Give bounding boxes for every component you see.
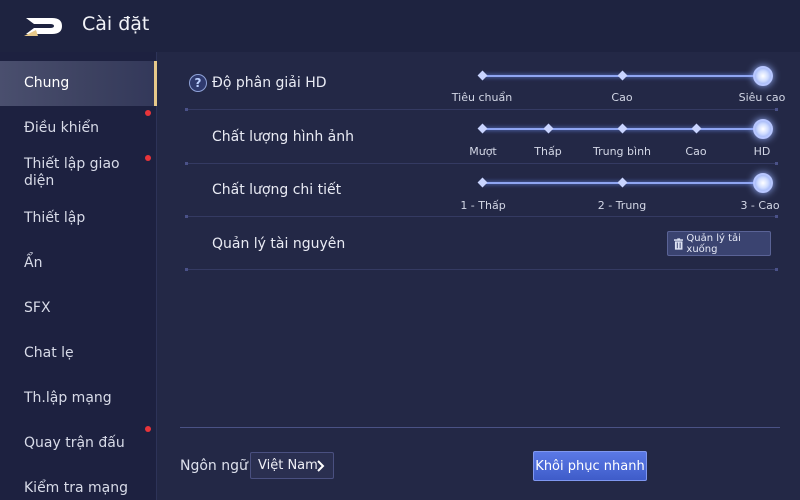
slider-tick <box>477 123 488 134</box>
sidebar-item-label: Ẩn <box>24 254 43 271</box>
slider-option-label: Cao <box>611 91 633 104</box>
slider-tick <box>691 123 702 134</box>
slider-tick <box>617 177 628 188</box>
sidebar-item-hide[interactable]: Ẩn <box>0 241 157 285</box>
quick-restore-button[interactable]: Khôi phục nhanh <box>533 451 647 481</box>
back-arrow-icon[interactable] <box>22 14 66 38</box>
divider <box>185 215 778 218</box>
sidebar-item-network-settings[interactable]: Th.lập mạng <box>0 376 157 420</box>
sidebar-item-label: Điều khiển <box>24 119 100 136</box>
divider <box>185 162 778 165</box>
download-management-label: Quản lý tải xuống <box>686 232 741 255</box>
chevron-right-icon <box>317 460 325 472</box>
language-value: Việt Nam <box>258 458 318 473</box>
sidebar-item-label: Chat lẹ <box>24 344 74 361</box>
trash-icon <box>674 237 684 250</box>
sidebar-item-quick-chat[interactable]: Chat lẹ <box>0 331 157 375</box>
sidebar-item-label: Chung <box>24 75 70 91</box>
sidebar-item-sfx[interactable]: SFX <box>0 286 157 330</box>
slider-knob[interactable] <box>753 66 773 86</box>
sidebar-item-general[interactable]: Chung <box>0 61 157 106</box>
top-bar: Cài đặt <box>0 0 800 52</box>
sidebar-item-label: Thiết lập <box>24 209 86 226</box>
slider-option-label: Trung bình <box>592 145 652 158</box>
slider-option-label: Tiêu chuẩn <box>451 91 513 104</box>
sidebar-item-network-test[interactable]: Kiểm tra mạng <box>0 466 157 500</box>
language-label: Ngôn ngữ <box>180 458 248 474</box>
slider-option-label: Siêu cao <box>738 91 786 104</box>
slider-option-label: Thấp <box>534 145 562 158</box>
sidebar-item-controls[interactable]: Điều khiển <box>0 106 157 150</box>
slider-tick <box>477 70 488 81</box>
notification-badge <box>145 426 151 432</box>
slider-option-label: 2 - Trung <box>597 199 647 212</box>
slider-option-label: Mượt <box>469 145 497 158</box>
resolution-label: Độ phân giải HD <box>212 75 327 91</box>
slider-tick <box>617 70 628 81</box>
slider-knob[interactable] <box>753 173 773 193</box>
sidebar-item-setup[interactable]: Thiết lập <box>0 196 157 240</box>
sidebar-item-label: Thiết lập giao diện <box>24 156 120 189</box>
sidebar: Chung Điều khiển Thiết lập giao diện Thi… <box>0 52 157 500</box>
notification-badge <box>145 110 151 116</box>
help-icon[interactable]: ? <box>189 74 207 92</box>
quick-restore-label: Khôi phục nhanh <box>535 458 645 474</box>
language-select[interactable]: Việt Nam <box>250 452 334 479</box>
slider-option-label: 1 - Thấp <box>460 199 506 212</box>
slider-tick <box>617 123 628 134</box>
sidebar-item-match-replay[interactable]: Quay trận đấu <box>0 421 157 465</box>
page-title: Cài đặt <box>82 13 150 35</box>
sidebar-item-interface[interactable]: Thiết lập giao diện <box>0 149 157 197</box>
sidebar-item-label: Kiểm tra mạng <box>24 479 129 496</box>
notification-badge <box>145 155 151 161</box>
slider-option-label: HD <box>753 145 771 158</box>
resource-management-label: Quản lý tài nguyên <box>212 236 346 252</box>
sidebar-item-label: Th.lập mạng <box>24 389 112 406</box>
download-management-button[interactable]: Quản lý tải xuống <box>667 231 771 256</box>
footer-divider <box>180 427 780 428</box>
sidebar-item-label: SFX <box>24 299 51 316</box>
slider-tick <box>543 123 554 134</box>
image-quality-label: Chất lượng hình ảnh <box>212 129 354 145</box>
slider-option-label: Cao <box>685 145 707 158</box>
divider <box>185 268 778 271</box>
slider-option-label: 3 - Cao <box>740 199 780 212</box>
slider-knob[interactable] <box>753 119 773 139</box>
divider <box>185 108 778 111</box>
detail-quality-label: Chất lượng chi tiết <box>212 182 342 198</box>
sidebar-item-label: Quay trận đấu <box>24 434 125 451</box>
slider-tick <box>477 177 488 188</box>
